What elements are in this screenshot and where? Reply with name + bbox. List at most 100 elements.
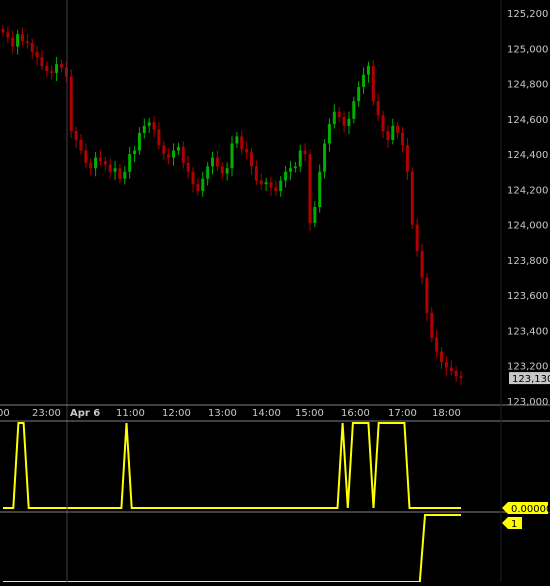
- candle-body: [186, 162, 190, 172]
- candle-body: [362, 74, 366, 88]
- price-tick-label: 124,800: [507, 80, 548, 91]
- indicator-panel-2[interactable]: [3, 514, 461, 583]
- candle-body: [332, 111, 336, 125]
- candle-body: [196, 184, 200, 192]
- candle-body: [128, 154, 132, 172]
- candle-body: [415, 224, 419, 252]
- value-labels: 123,130 0.00000 1: [502, 372, 550, 530]
- candle-body: [137, 132, 141, 151]
- candle-body: [254, 166, 258, 181]
- candle-body: [386, 131, 390, 140]
- candle-body: [352, 101, 356, 119]
- indicator-panel-1[interactable]: [3, 422, 461, 509]
- candle-body: [425, 277, 429, 313]
- time-tick-label: 15:00: [295, 408, 324, 419]
- candle-body: [444, 362, 448, 368]
- candle-body: [401, 132, 405, 146]
- candle-body: [103, 161, 107, 165]
- time-tick-label: 14:00: [252, 408, 281, 419]
- candle-body: [225, 168, 229, 174]
- candle-body: [30, 42, 34, 52]
- trading-chart[interactable]: 125,200 125,000 124,800 124,600 124,400 124,2…: [0, 0, 550, 583]
- candle-body: [342, 117, 346, 126]
- candle-body: [181, 147, 185, 163]
- candle-body: [133, 150, 137, 155]
- candle-body: [108, 164, 112, 172]
- candle-body: [11, 37, 15, 47]
- time-tick-label: 00: [0, 408, 10, 419]
- candle-body: [98, 157, 102, 162]
- price-tick-label: 124,600: [507, 115, 548, 126]
- candle-body: [59, 64, 63, 68]
- last-price-label: 123,130: [512, 374, 550, 385]
- candle-body: [381, 115, 385, 132]
- candle-body: [288, 168, 292, 172]
- indicator-1-value-label: 0.00000: [511, 504, 550, 515]
- candle-body: [440, 351, 444, 363]
- candle-body: [405, 145, 409, 172]
- candle-body: [123, 171, 127, 179]
- candle-body: [35, 51, 39, 58]
- candle-body: [337, 111, 341, 118]
- candle-body: [420, 251, 424, 278]
- candle-body: [191, 171, 195, 185]
- price-tick-label: 123,400: [507, 326, 548, 337]
- candle-body: [269, 182, 273, 188]
- candle-body: [230, 143, 234, 169]
- candle-body: [45, 65, 49, 72]
- candle-body: [6, 32, 10, 38]
- candle-body: [449, 367, 453, 372]
- price-panel[interactable]: [1, 24, 463, 385]
- time-tick-label: Apr 6: [70, 408, 100, 419]
- candle-body: [50, 71, 54, 73]
- candle-body: [89, 162, 93, 169]
- candle-body: [206, 166, 210, 179]
- time-tick-label: 17:00: [388, 408, 417, 419]
- price-tick-label: 124,400: [507, 150, 548, 161]
- candle-body: [55, 64, 59, 73]
- candle-body: [201, 178, 205, 192]
- candle-body: [69, 76, 73, 132]
- candle-body: [430, 312, 434, 338]
- candle-body: [157, 129, 161, 146]
- price-axis: 125,200 125,000 124,800 124,600 124,400 124,2…: [507, 9, 548, 408]
- price-tick-label: 123,200: [507, 362, 548, 373]
- candle-body: [391, 125, 395, 140]
- candle-body: [240, 136, 244, 149]
- price-tick-label: 124,200: [507, 185, 548, 196]
- indicator-1-line: [3, 422, 461, 509]
- time-axis: 00 23:00 Apr 6 11:00 12:00 13:00 14:00 15:00 16:…: [0, 408, 461, 419]
- indicator-2-value-label: 1: [511, 519, 517, 530]
- time-tick-label: 18:00: [432, 408, 461, 419]
- candle-body: [245, 148, 249, 153]
- candle-body: [79, 139, 83, 151]
- candle-body: [327, 124, 331, 144]
- time-tick-label: 12:00: [162, 408, 191, 419]
- candle-body: [284, 171, 288, 181]
- candle-body: [142, 125, 146, 133]
- candle-body: [357, 87, 361, 102]
- candle-body: [376, 101, 380, 116]
- candle-body: [313, 207, 317, 223]
- candle-body: [264, 182, 268, 185]
- candle-body: [410, 171, 414, 225]
- candle-body: [235, 136, 239, 144]
- candle-body: [347, 118, 351, 126]
- candle-body: [366, 65, 370, 75]
- chart-canvas[interactable]: 125,200 125,000 124,800 124,600 124,400 124,2…: [0, 0, 550, 583]
- candle-body: [147, 122, 151, 126]
- candle-body: [1, 28, 5, 33]
- panel-separators: [0, 0, 550, 582]
- candle-body: [396, 125, 400, 133]
- candle-body: [303, 150, 307, 155]
- candle-body: [152, 122, 156, 130]
- candle-body: [215, 157, 219, 167]
- candle-body: [113, 168, 117, 172]
- price-tick-label: 123,000: [507, 397, 548, 408]
- candle-body: [435, 337, 439, 352]
- candle-body: [211, 157, 215, 167]
- time-tick-label: 13:00: [208, 408, 237, 419]
- candle-body: [25, 41, 29, 43]
- candle-body: [162, 145, 166, 155]
- candle-body: [308, 154, 312, 223]
